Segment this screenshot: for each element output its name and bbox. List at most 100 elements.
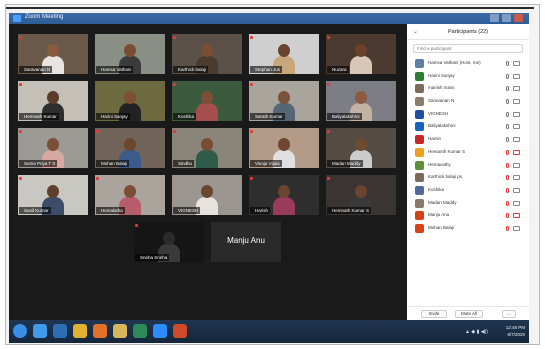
video-tile[interactable]: Hemnath Kumar S xyxy=(326,175,396,215)
participant-name-tag: Stephan Jus xyxy=(250,66,283,73)
video-tile[interactable]: Manju Anu xyxy=(211,222,281,262)
video-tile[interactable]: Koshika xyxy=(172,81,242,121)
video-tile[interactable]: Suma Priya T S xyxy=(18,128,88,168)
video-tile[interactable]: Saravanan N xyxy=(18,34,88,74)
participant-row[interactable]: Madan Maddy xyxy=(407,197,529,210)
video-icon[interactable] xyxy=(513,99,520,105)
mic-icon[interactable] xyxy=(506,99,509,105)
muted-mic-icon[interactable] xyxy=(506,175,509,181)
video-tile[interactable]: Karthick balaji xyxy=(172,34,242,74)
window-titlebar: Zoom Meeting xyxy=(9,13,529,24)
participant-name-tag: Sneha Sneha xyxy=(135,254,170,261)
participant-head xyxy=(278,185,290,198)
video-tile[interactable]: Madan Maddy xyxy=(326,128,396,168)
excel-icon[interactable] xyxy=(133,324,147,338)
muted-mic-icon xyxy=(19,36,22,39)
video-icon[interactable] xyxy=(513,187,520,193)
participant-name-tag: Sarath Kumar xyxy=(250,113,285,120)
mute-all-button[interactable]: Mute All xyxy=(455,310,483,318)
video-icon[interactable] xyxy=(513,162,520,168)
file-explorer-icon[interactable] xyxy=(113,324,127,338)
muted-mic-icon xyxy=(19,130,22,133)
tray-icons[interactable]: ▲ ◆ ▮ ◀)) xyxy=(465,329,488,335)
participant-head xyxy=(163,232,175,245)
minimize-button[interactable] xyxy=(490,14,499,22)
participant-row[interactable]: VIGNESH xyxy=(407,108,529,121)
video-tile[interactable]: Vinoja Vijaia xyxy=(249,128,319,168)
video-tile[interactable]: Sarath Kumar xyxy=(249,81,319,121)
muted-mic-icon[interactable] xyxy=(506,149,509,155)
video-tile[interactable]: Harini Sanjay xyxy=(95,81,165,121)
invite-button[interactable]: Invite xyxy=(421,310,447,318)
muted-mic-icon[interactable] xyxy=(506,162,509,168)
chrome-icon[interactable] xyxy=(73,324,87,338)
video-off-icon[interactable] xyxy=(513,213,520,219)
video-icon[interactable] xyxy=(513,225,520,231)
participant-row[interactable]: Hemanth Kumar S xyxy=(407,146,529,159)
participant-name: Koshika xyxy=(428,186,445,192)
participant-row[interactable]: Hamsa Vathani (Host, me) xyxy=(407,57,529,70)
internet-explorer-icon[interactable] xyxy=(33,324,47,338)
video-tile[interactable]: Mohan Balaji xyxy=(95,128,165,168)
participant-row[interactable]: Karthick balaji ps xyxy=(407,171,529,184)
video-icon[interactable] xyxy=(513,137,520,143)
close-button[interactable] xyxy=(514,14,523,22)
video-tile[interactable]: VIGNESH xyxy=(172,175,242,215)
zoom-icon[interactable] xyxy=(153,324,167,338)
mic-icon[interactable] xyxy=(506,111,509,117)
video-tile[interactable]: Hemnath Kumar xyxy=(18,81,88,121)
participant-search-input[interactable] xyxy=(413,44,523,53)
media-player-icon[interactable] xyxy=(53,324,67,338)
participant-head xyxy=(355,91,367,104)
video-tile[interactable]: Sneha Sneha xyxy=(134,222,204,262)
video-icon[interactable] xyxy=(513,86,520,92)
muted-mic-icon[interactable] xyxy=(506,200,509,206)
zoom-screen: Zoom Meeting Saravanan N Hamsa Vathani Kar… xyxy=(9,13,529,343)
participant-head xyxy=(278,138,290,151)
video-tile[interactable]: Hemalatha xyxy=(95,175,165,215)
video-icon[interactable] xyxy=(513,200,520,206)
video-tile[interactable]: Nuzara xyxy=(326,34,396,74)
mic-icon[interactable] xyxy=(506,61,509,66)
participant-row[interactable]: Harini Sanjay xyxy=(407,70,529,83)
video-tile[interactable]: Baliyalakshmi xyxy=(326,81,396,121)
powerpoint-icon[interactable] xyxy=(173,324,187,338)
mic-icon[interactable] xyxy=(506,86,509,92)
participant-body xyxy=(350,56,372,74)
participant-name-tag: Nuzara xyxy=(327,66,349,73)
video-off-icon[interactable] xyxy=(513,149,520,155)
video-icon[interactable] xyxy=(513,175,520,181)
muted-mic-icon[interactable] xyxy=(506,225,509,231)
start-orb-icon[interactable] xyxy=(13,324,27,338)
avatar xyxy=(415,223,424,233)
mic-icon[interactable] xyxy=(506,124,509,130)
video-tile[interactable]: Sindhu xyxy=(172,128,242,168)
participant-head xyxy=(201,44,213,57)
mic-icon[interactable] xyxy=(506,73,509,79)
mic-icon[interactable] xyxy=(506,137,509,143)
muted-mic-icon[interactable] xyxy=(506,213,509,219)
participant-row[interactable]: Hemavathy xyxy=(407,159,529,172)
video-tile[interactable]: Hamsa Vathani xyxy=(95,34,165,74)
video-tile[interactable]: Harish xyxy=(249,175,319,215)
video-icon[interactable] xyxy=(513,124,520,130)
participant-row[interactable]: Mohan Balaji xyxy=(407,222,529,235)
participant-row[interactable]: Baliyalakshmi xyxy=(407,120,529,133)
taskbar-clock[interactable]: 12:48 PM 8/7/2020 xyxy=(506,324,525,338)
participant-row[interactable]: Koshika xyxy=(407,184,529,197)
muted-mic-icon[interactable] xyxy=(506,187,509,193)
muted-mic-icon xyxy=(327,177,330,180)
participant-head xyxy=(278,91,290,104)
video-tile[interactable]: Sunil Kumar xyxy=(18,175,88,215)
video-icon[interactable] xyxy=(513,111,520,117)
more-options-button[interactable]: ... xyxy=(502,310,516,318)
video-tile[interactable]: Stephan Jus xyxy=(249,34,319,74)
firefox-icon[interactable] xyxy=(93,324,107,338)
participant-row[interactable]: Harsin xyxy=(407,133,529,146)
video-icon[interactable] xyxy=(513,73,520,79)
participant-row[interactable]: Manju Anu xyxy=(407,209,529,222)
maximize-button[interactable] xyxy=(502,14,511,22)
video-icon[interactable] xyxy=(513,61,520,66)
participant-row[interactable]: Saravanan N xyxy=(407,95,529,108)
participant-row[interactable]: manish mass xyxy=(407,82,529,95)
